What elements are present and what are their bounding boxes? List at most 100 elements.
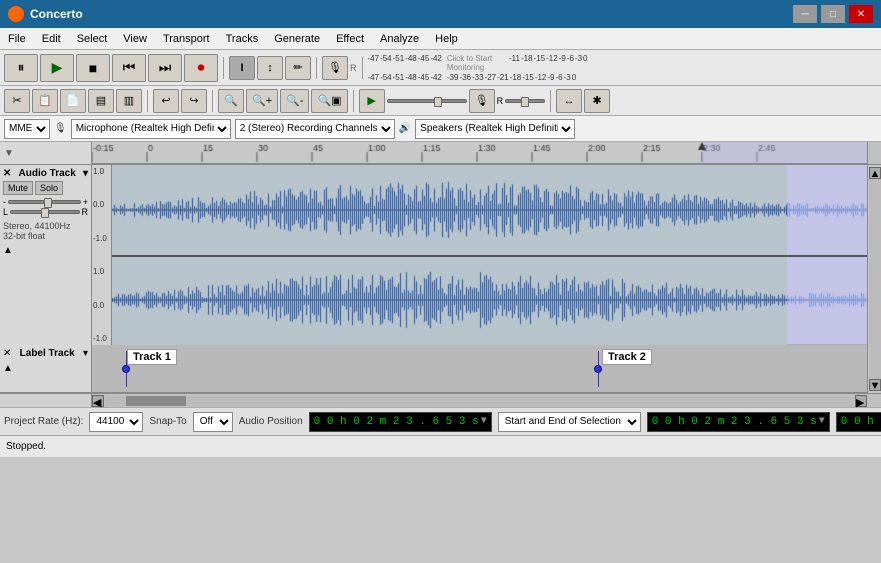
label-track-close[interactable]: ✕ <box>3 348 11 359</box>
menu-tracks[interactable]: Tracks <box>218 31 267 47</box>
menu-file[interactable]: File <box>0 31 34 47</box>
record-level-label: R <box>350 63 357 73</box>
menu-transport[interactable]: Transport <box>155 31 218 47</box>
time-label: ▼ <box>4 148 14 159</box>
label-box-1[interactable]: Track 1 <box>127 349 177 365</box>
label-track-title: Label Track <box>11 348 83 359</box>
selection-tool[interactable]: I <box>229 56 255 80</box>
ruler-canvas <box>92 142 867 164</box>
menu-generate[interactable]: Generate <box>266 31 328 47</box>
multi-tool[interactable]: ✱ <box>584 89 610 113</box>
audio-track-close[interactable]: ✕ <box>3 168 11 179</box>
trim-button[interactable]: ▤ <box>88 89 114 113</box>
menu-help[interactable]: Help <box>427 31 466 47</box>
cut-button[interactable]: ✂ <box>4 89 30 113</box>
h-scroll-thumb[interactable] <box>126 396 186 406</box>
zoom-sel-button[interactable]: 🔍▣ <box>311 89 347 113</box>
scroll-down-arrow[interactable]: ▼ <box>869 379 881 391</box>
pan-slider[interactable] <box>10 210 79 214</box>
audio-track-waveform: 1.0 0.0 -1.0 1.0 0.0 -1.0 <box>92 165 867 345</box>
gain-slider[interactable] <box>8 200 81 204</box>
selection-start-time[interactable]: 0 0 h 0 2 m 2 3 . 6 5 3 s ▼ <box>647 412 830 432</box>
driver-select[interactable]: MME <box>4 119 50 139</box>
h-scrollbar[interactable]: ◀ ▶ <box>92 394 867 407</box>
silence-button[interactable]: ▥ <box>116 89 142 113</box>
pin-dot-2 <box>594 365 602 373</box>
stop-button[interactable]: ■ <box>76 54 110 82</box>
input-device-select[interactable]: Microphone (Realtek High Defini <box>71 119 231 139</box>
menu-edit[interactable]: Edit <box>34 31 69 47</box>
h-scroll-track[interactable] <box>106 396 853 406</box>
solo-button[interactable]: Solo <box>35 181 63 195</box>
zoom-in-button[interactable]: 🔍+ <box>246 89 278 113</box>
mic-button[interactable]: 🎙 <box>322 56 348 80</box>
project-rate-select[interactable]: 44100 <box>89 412 143 432</box>
zoom-out-button[interactable]: 🔍- <box>280 89 309 113</box>
separator3 <box>362 57 363 79</box>
collapse-button[interactable]: ▲ <box>3 245 88 256</box>
label-collapse-btn[interactable]: ▲ <box>3 363 88 374</box>
selection-type-select[interactable]: Start and End of Selection <box>498 412 641 432</box>
audio-position-time[interactable]: 0 0 h 0 2 m 2 3 . 6 5 3 s ▼ <box>309 412 492 432</box>
label-text-1: Track 1 <box>133 351 171 363</box>
maximize-button[interactable]: □ <box>821 5 845 23</box>
titlebar: Concerto ─ □ ✕ <box>0 0 881 28</box>
play-green[interactable]: ▶ <box>359 89 385 113</box>
skip-back-button[interactable]: ⏮ <box>112 54 146 82</box>
input-gain-slider[interactable] <box>505 99 545 103</box>
playback-volume-slider[interactable] <box>387 99 467 103</box>
mute-button[interactable]: Mute <box>3 181 33 195</box>
scroll-up-arrow[interactable]: ▲ <box>869 167 881 179</box>
play-button[interactable]: ▶ <box>40 54 74 82</box>
record-volume-btn[interactable]: 🎙 <box>469 89 495 113</box>
audio-track-controls: ✕ Audio Track ▾ Mute Solo - + <box>0 165 92 345</box>
menubar: File Edit Select View Transport Tracks G… <box>0 28 881 50</box>
audio-position-label: Audio Position <box>239 416 303 427</box>
sep6 <box>353 90 354 112</box>
audio-track-arrow[interactable]: ▾ <box>83 168 88 179</box>
sep5 <box>212 90 213 112</box>
envelope-tool[interactable]: ↕ <box>257 56 283 80</box>
zoom-fit-button[interactable]: 🔍 <box>218 89 244 113</box>
menu-select[interactable]: Select <box>69 31 116 47</box>
time2-arrow[interactable]: ▼ <box>819 416 825 427</box>
speaker-icon: 🔊 <box>399 123 411 134</box>
redo-button[interactable]: ↪ <box>181 89 207 113</box>
pan-row: L R <box>3 207 88 217</box>
output-device-select[interactable]: Speakers (Realtek High Definiti) <box>415 119 575 139</box>
paste-button[interactable]: 📄 <box>60 89 86 113</box>
menu-view[interactable]: View <box>115 31 155 47</box>
zoom-sel-btn2[interactable]: ↔ <box>556 89 582 113</box>
time1-arrow[interactable]: ▼ <box>481 416 487 427</box>
scroll-left-arrow[interactable]: ◀ <box>92 395 104 407</box>
label-track-content: Track 1 Track 2 <box>92 345 867 392</box>
close-button[interactable]: ✕ <box>849 5 873 23</box>
channels-select[interactable]: 2 (Stereo) Recording Channels <box>235 119 395 139</box>
menu-effect[interactable]: Effect <box>328 31 372 47</box>
tracks-area: ✕ Audio Track ▾ Mute Solo - + <box>0 165 881 393</box>
copy-button[interactable]: 📋 <box>32 89 58 113</box>
vertical-scrollbar[interactable]: ▲ ▼ <box>867 165 881 393</box>
tracks-inner: ✕ Audio Track ▾ Mute Solo - + <box>0 165 867 393</box>
label-track-arrow[interactable]: ▾ <box>83 348 88 359</box>
draw-tool[interactable]: ✏ <box>285 56 311 80</box>
pin-line-1b <box>126 373 127 387</box>
undo-button[interactable]: ↩ <box>153 89 179 113</box>
minimize-button[interactable]: ─ <box>793 5 817 23</box>
snap-to-select[interactable]: Off <box>193 412 233 432</box>
record-button[interactable]: ⏺ <box>184 54 218 82</box>
skip-forward-button[interactable]: ⏭ <box>148 54 182 82</box>
menu-analyze[interactable]: Analyze <box>372 31 427 47</box>
separator2 <box>316 57 317 79</box>
time-value-2: 0 0 h 0 2 m 2 3 . 6 5 3 s <box>652 416 817 428</box>
app-icon <box>8 6 24 22</box>
h-scroll-right-pad <box>867 394 881 407</box>
pause-button[interactable]: ⏸ <box>4 54 38 82</box>
selection-end-time[interactable]: 0 0 h 0 2 m 3 6 . 7 7 6 s ▼ <box>836 412 881 432</box>
window-controls: ─ □ ✕ <box>793 5 873 23</box>
ruler-left-pad: ▼ <box>0 142 92 164</box>
scroll-right-arrow[interactable]: ▶ <box>855 395 867 407</box>
mic-icon: 🎙 <box>54 123 67 134</box>
label-box-2[interactable]: Track 2 <box>602 349 652 365</box>
scroll-thumb[interactable] <box>869 179 881 379</box>
